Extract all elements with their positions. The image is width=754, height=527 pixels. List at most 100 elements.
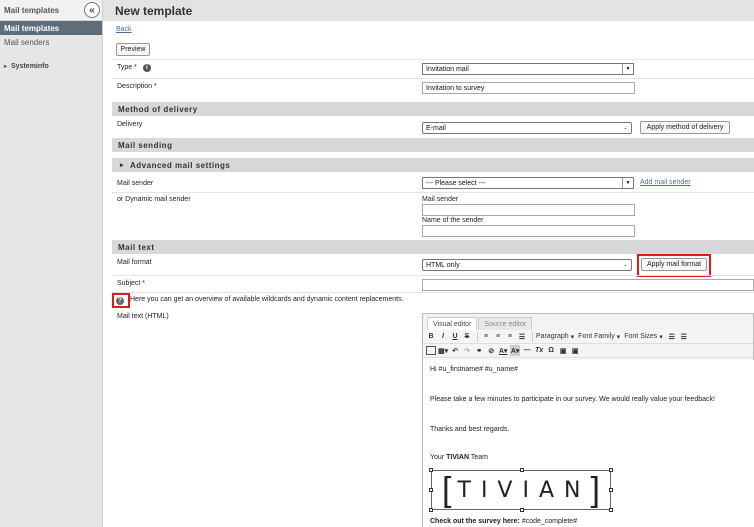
resize-handle[interactable] (429, 468, 433, 472)
toolbar-separator (477, 331, 478, 342)
type-select[interactable]: Invitation mail ▼ (422, 63, 634, 75)
dynamic-sender-label: or Dynamic mail sender (117, 196, 191, 203)
italic-icon[interactable]: I (438, 331, 448, 342)
chevron-down-icon: ⌄ (623, 125, 628, 131)
editor-tabs: Visual editor Source editor (423, 314, 753, 330)
sidebar-item-label: Systeminfo (11, 62, 49, 70)
sidebar-header-title: Mail templates (4, 5, 60, 15)
apply-delivery-button[interactable]: Apply method of delivery (640, 121, 730, 134)
expand-triangle-icon: ▸ (4, 63, 8, 70)
page-title: New template (103, 0, 754, 21)
chevron-down-icon: ⌄ (623, 262, 628, 268)
bracket-left-icon: [ (442, 470, 452, 509)
align-right-icon[interactable]: ≡ (505, 331, 515, 342)
section-mail-sending: Mail sending (112, 138, 754, 152)
clear-format-icon[interactable]: Tx (534, 345, 544, 356)
horizontal-rule-icon[interactable]: — (522, 345, 532, 356)
help-icon[interactable]: ? (116, 297, 124, 305)
table-icon[interactable]: ▦▾ (438, 345, 448, 356)
paragraph-dropdown[interactable]: Paragraph ▾ (536, 333, 574, 341)
dyn-mail-sender-input[interactable] (422, 204, 635, 216)
back-link[interactable]: Back (116, 26, 132, 33)
chevron-down-icon: ▼ (622, 64, 633, 74)
closing-text: Thanks and best regards. (430, 426, 510, 433)
editor-toolbar-row-1: B I U S ≡ ≡ ≡ ☰ Paragraph ▾ Font Family … (423, 330, 753, 344)
undo-icon[interactable]: ↶ (450, 345, 460, 356)
mail-format-select[interactable]: HTML only ⌄ (422, 259, 632, 271)
divider (112, 192, 754, 193)
description-input[interactable]: Invitation to survey (422, 82, 635, 94)
mail-sender-select[interactable]: --- Please select --- ▼ (422, 177, 634, 189)
sidebar-item-mail-templates[interactable]: Mail templates (0, 21, 102, 35)
logo-text: TIVIAN (457, 477, 591, 503)
bold-icon[interactable]: B (426, 331, 436, 342)
cta-text: Check out the survey here: #code_complet… (430, 518, 578, 525)
underline-icon[interactable]: U (450, 331, 460, 342)
preview-button[interactable]: Preview (116, 43, 150, 56)
divider (112, 78, 754, 79)
text-color-icon[interactable]: A▾ (498, 345, 508, 356)
background-color-icon[interactable]: A▾ (510, 345, 521, 356)
delivery-label: Delivery (117, 121, 143, 128)
align-justify-icon[interactable]: ☰ (517, 331, 527, 342)
source-icon[interactable] (426, 346, 436, 355)
signature-text: Your TIVIAN Team (430, 454, 488, 461)
subject-label: Subject * (117, 280, 146, 287)
image-icon[interactable]: ▣ (558, 345, 568, 356)
dyn-sender-name-label: Name of the sender (422, 217, 484, 224)
toolbar-separator (532, 331, 533, 342)
link-icon[interactable]: ⚭ (474, 345, 484, 356)
expand-triangle-icon: ▸ (120, 162, 125, 169)
tab-source-editor[interactable]: Source editor (478, 317, 533, 330)
type-label: Type * i (117, 64, 151, 72)
sidebar-item-systeminfo[interactable]: ▸ Systeminfo (0, 59, 102, 73)
resize-handle[interactable] (429, 488, 433, 492)
mail-sender-label: Mail sender (117, 180, 154, 187)
resize-handle[interactable] (520, 468, 524, 472)
resize-handle[interactable] (609, 508, 613, 512)
subject-input[interactable] (422, 279, 754, 291)
dyn-mail-sender-label: Mail sender (422, 196, 459, 203)
redo-icon[interactable]: ↷ (462, 345, 472, 356)
editor-toolbar-row-2: ▦▾ ↶ ↷ ⚭ ⊘ A▾ A▾ — Tx Ω ▣ ▣ (423, 344, 753, 358)
apply-mail-format-button[interactable]: Apply mail format (641, 258, 707, 271)
bracket-right-icon: ] (590, 470, 600, 509)
font-family-dropdown[interactable]: Font Family ▾ (578, 333, 620, 341)
align-left-icon[interactable]: ≡ (481, 331, 491, 342)
dyn-sender-name-input[interactable] (422, 225, 635, 237)
tab-visual-editor[interactable]: Visual editor (427, 317, 478, 330)
editor-content[interactable]: Hi #u_firstname# #u_name# Please take a … (423, 360, 754, 527)
strikethrough-icon[interactable]: S (462, 331, 472, 342)
resize-handle[interactable] (609, 468, 613, 472)
sidebar-header: Mail templates « (0, 0, 102, 21)
resize-handle[interactable] (520, 508, 524, 512)
unlink-icon[interactable]: ⊘ (486, 345, 496, 356)
greeting-text: Hi #u_firstname# #u_name# (430, 366, 518, 373)
description-label: Description * (117, 83, 157, 90)
add-mail-sender-link[interactable]: Add mail sender (640, 179, 691, 186)
collapse-sidebar-icon[interactable]: « (84, 2, 100, 18)
special-char-icon[interactable]: Ω (546, 345, 556, 356)
paragraph-text: Please take a few minutes to participate… (430, 396, 715, 403)
bullet-list-icon[interactable]: ☰ (667, 331, 677, 342)
section-advanced-mail-settings[interactable]: ▸ Advanced mail settings (112, 158, 754, 172)
main-content: New template Back Preview Type * i Invit… (103, 0, 754, 527)
media-icon[interactable]: ▣ (570, 345, 580, 356)
delivery-select[interactable]: E-mail ⌄ (422, 122, 632, 134)
section-mail-text: Mail text (112, 240, 754, 254)
info-icon[interactable]: i (142, 64, 151, 72)
divider (112, 292, 754, 293)
font-sizes-dropdown[interactable]: Font Sizes ▾ (624, 333, 663, 341)
tivian-logo-image[interactable]: [ TIVIAN ] (429, 468, 613, 512)
mail-text-label: Mail text (HTML) (117, 313, 169, 320)
resize-handle[interactable] (429, 508, 433, 512)
chevron-down-icon: ▼ (622, 178, 633, 188)
divider (112, 275, 754, 276)
wildcards-info-text: Here you can get an overview of availabl… (130, 296, 404, 303)
rich-text-editor: Visual editor Source editor B I U S ≡ ≡ … (422, 313, 754, 527)
align-center-icon[interactable]: ≡ (493, 331, 503, 342)
sidebar-item-mail-senders[interactable]: Mail senders (0, 35, 102, 49)
resize-handle[interactable] (609, 488, 613, 492)
numbered-list-icon[interactable]: ☰ (679, 331, 689, 342)
mail-format-label: Mail format (117, 259, 152, 266)
